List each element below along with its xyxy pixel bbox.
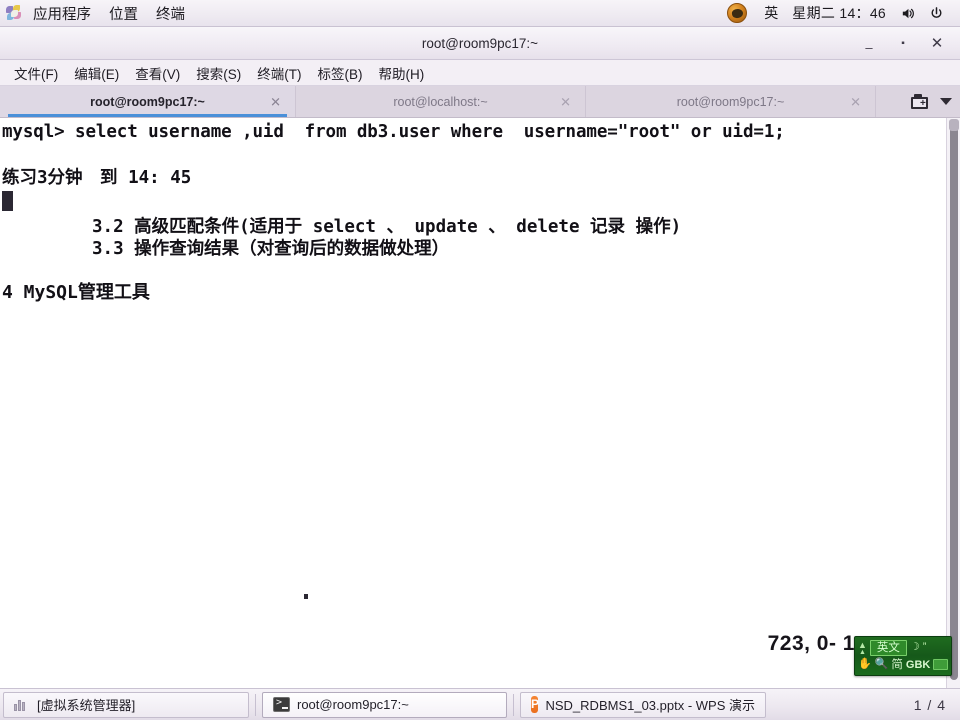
minimize-button[interactable]: ‒ — [852, 27, 886, 60]
wps-icon — [531, 696, 539, 713]
status-count: 723, 0- 1 — [767, 632, 855, 655]
taskbar-item-virt-manager[interactable]: [虚拟系统管理器] — [3, 691, 249, 718]
taskbar-item-virt-manager-label: [虚拟系统管理器] — [37, 698, 136, 713]
fedora-icon[interactable] — [727, 3, 748, 23]
chevron-up-icon[interactable]: ▲ ▲ — [858, 640, 867, 656]
ime-row-top: ▲ ▲ 英文 ☽ ” — [858, 639, 948, 656]
ime-charset-button[interactable]: 简 — [891, 659, 903, 671]
terminal-scrollbar-top-cap[interactable] — [949, 119, 959, 131]
tabbar-actions: + — [911, 86, 960, 117]
clock[interactable]: 星期二 14：46 — [785, 3, 893, 23]
moon-icon[interactable]: ☽ — [910, 642, 920, 653]
terminal-tab-1-label: root@room9pc17:~ — [90, 94, 205, 109]
terminal-practice-line: 练习3分钟 到 14: 45 — [2, 168, 192, 188]
terminal-tab-2[interactable]: root@localhost:~ ✕ — [296, 86, 586, 117]
input-method-indicator[interactable]: 英 — [757, 3, 785, 23]
panel-menu-places[interactable]: 位置 — [100, 0, 147, 26]
taskbar-separator-1 — [255, 693, 256, 716]
taskbar-item-wps[interactable]: NSD_RDBMS1_03.pptx - WPS 演示 — [520, 691, 766, 718]
quote-icon[interactable]: ” — [923, 642, 927, 653]
window-controls: ‒ ▪ ✕ — [852, 27, 954, 60]
terminal-icon — [273, 697, 290, 712]
terminal-tabbar: root@room9pc17:~ ✕ root@localhost:~ ✕ ro… — [0, 86, 960, 118]
terminal-scrollbar[interactable] — [946, 118, 960, 688]
menu-edit[interactable]: 编辑(E) — [66, 61, 127, 85]
stray-dot-artifact — [304, 594, 308, 599]
ime-widget[interactable]: ▲ ▲ 英文 ☽ ” ✋ 🔍 简 GBK — [854, 636, 952, 676]
terminal-content-area[interactable]: mysql> select username ,uid from db3.use… — [0, 118, 960, 688]
desktop-screen: 应用程序 位置 终端 英 星期二 14：46 root@room9pc17:~ … — [0, 0, 960, 720]
menu-terminal[interactable]: 终端(T) — [249, 61, 309, 85]
taskbar-item-terminal[interactable]: root@room9pc17:~ — [262, 691, 507, 718]
search-icon[interactable]: 🔍 — [875, 659, 889, 670]
terminal-tab-3-label: root@room9pc17:~ — [676, 94, 785, 109]
flower-icon — [6, 5, 22, 21]
menu-help[interactable]: 帮助(H) — [371, 61, 433, 85]
taskbar-item-terminal-label: root@room9pc17:~ — [297, 697, 409, 712]
power-icon[interactable] — [922, 6, 951, 21]
terminal-tab-3-close-icon[interactable]: ✕ — [850, 95, 861, 108]
chevron-down-icon[interactable] — [940, 98, 952, 105]
workspace-indicator[interactable]: 1 / 4 — [914, 697, 946, 713]
system-tray: 英 星期二 14：46 — [727, 0, 960, 26]
keyboard-icon[interactable] — [933, 659, 948, 670]
menu-view[interactable]: 查看(V) — [127, 61, 188, 85]
terminal-window: root@room9pc17:~ ‒ ▪ ✕ 文件(F) 编辑(E) 查看(V)… — [0, 27, 960, 688]
terminal-tab-3[interactable]: root@room9pc17:~ ✕ — [586, 86, 876, 117]
taskbar-separator-2 — [513, 693, 514, 716]
terminal-cursor — [2, 191, 13, 211]
close-button[interactable]: ✕ — [920, 27, 954, 60]
menu-file[interactable]: 文件(F) — [6, 61, 66, 85]
taskbar-item-wps-label: NSD_RDBMS1_03.pptx - WPS 演示 — [545, 698, 755, 713]
terminal-tab-1-close-icon[interactable]: ✕ — [270, 95, 281, 108]
taskbar: [虚拟系统管理器] root@room9pc17:~ NSD_RDBMS1_03… — [0, 688, 960, 720]
terminal-command-line: mysql> select username ,uid from db3.use… — [2, 122, 785, 142]
ime-mode-button[interactable]: 英文 — [869, 639, 907, 656]
menu-search[interactable]: 搜索(S) — [188, 61, 249, 85]
outline-item-4: 4 MySQL管理工具 — [2, 282, 150, 303]
terminal-tab-1[interactable]: root@room9pc17:~ ✕ — [0, 86, 296, 117]
hand-icon[interactable]: ✋ — [858, 659, 872, 670]
new-tab-icon[interactable]: + — [911, 94, 928, 109]
terminal-tab-2-label: root@localhost:~ — [393, 94, 488, 109]
terminal-scrollbar-thumb[interactable] — [950, 120, 958, 680]
vm-manager-icon — [14, 698, 30, 711]
window-title: root@room9pc17:~ — [421, 35, 539, 51]
panel-menu-group: 应用程序 位置 终端 — [0, 0, 194, 26]
maximize-button[interactable]: ▪ — [886, 27, 920, 60]
window-titlebar[interactable]: root@room9pc17:~ ‒ ▪ ✕ — [0, 27, 960, 60]
outline-item-3-3: 3.3 操作查询结果（对查询后的数据做处理） — [92, 239, 450, 259]
menu-tabs[interactable]: 标签(B) — [310, 61, 371, 85]
panel-menu-terminal[interactable]: 终端 — [147, 0, 194, 26]
terminal-tab-2-close-icon[interactable]: ✕ — [560, 95, 571, 108]
top-panel: 应用程序 位置 终端 英 星期二 14：46 — [0, 0, 960, 27]
terminal-menubar: 文件(F) 编辑(E) 查看(V) 搜索(S) 终端(T) 标签(B) 帮助(H… — [0, 60, 960, 86]
panel-menu-applications[interactable]: 应用程序 — [24, 0, 100, 26]
ime-row-bottom: ✋ 🔍 简 GBK — [858, 656, 948, 673]
ime-encoding-button[interactable]: GBK — [906, 659, 930, 671]
volume-icon[interactable] — [893, 6, 922, 21]
